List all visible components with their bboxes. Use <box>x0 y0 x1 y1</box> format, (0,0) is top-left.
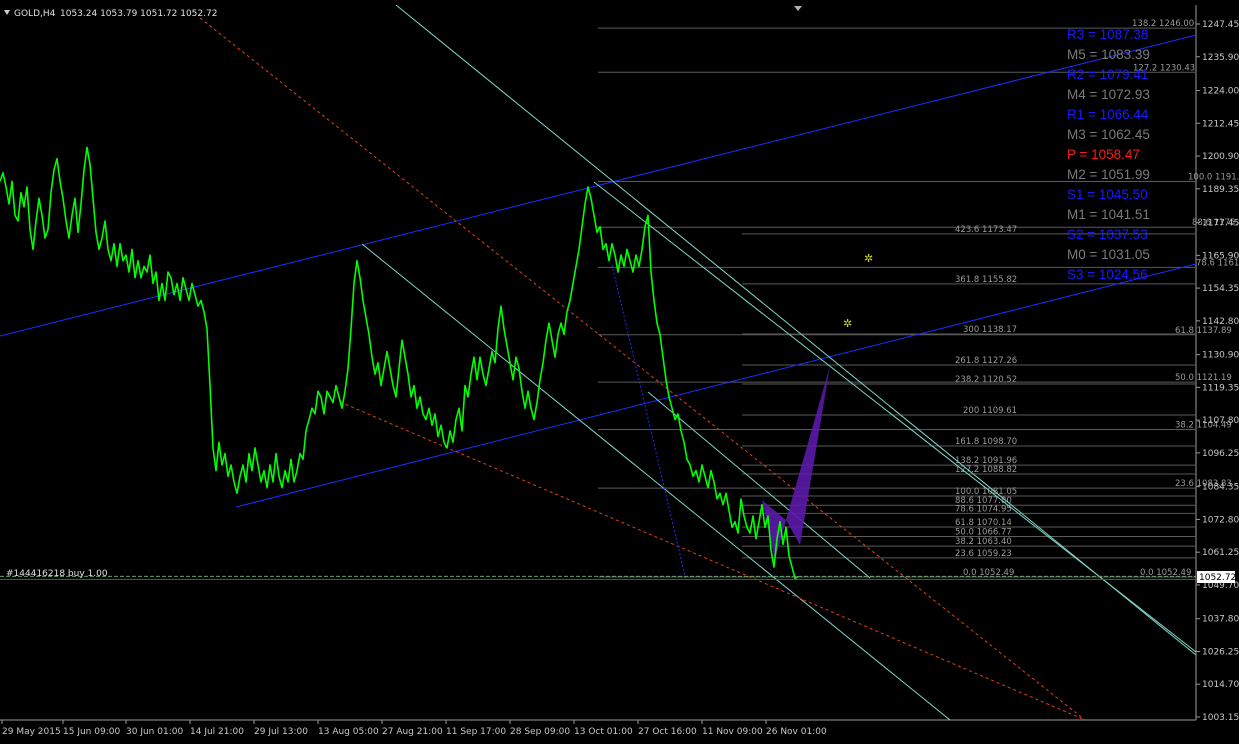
x-tick-label: 29 Jul 13:00 <box>254 727 308 737</box>
fib-level-label: 100.0 1191.94 <box>1188 172 1239 182</box>
x-tick-label: 27 Aug 21:00 <box>382 727 443 737</box>
y-tick-label: 1072.80 <box>1202 515 1239 525</box>
x-tick-label: 11 Nov 09:00 <box>702 727 763 737</box>
fib-level-label: 161.8 1098.70 <box>955 437 1017 447</box>
fib-level-label: 78.6 1074.95 <box>955 504 1012 514</box>
current-price-value: 1052.72 <box>1199 573 1236 583</box>
symbol-label: GOLD,H4 <box>14 9 56 19</box>
y-tick-label: 1026.25 <box>1202 647 1239 657</box>
pivot-level-label: M0 = 1031.05 <box>1067 247 1150 262</box>
fib-level-label: 300 1138.17 <box>963 325 1017 335</box>
x-tick-label: 29 May 2015 <box>2 727 61 737</box>
pivot-level-label: M1 = 1041.51 <box>1067 207 1150 222</box>
x-tick-label: 13 Aug 05:00 <box>318 727 379 737</box>
y-tick-label: 1247.45 <box>1202 20 1239 30</box>
y-tick-label: 1224.00 <box>1202 87 1239 97</box>
price-chart[interactable]: 138.2 1246.00127.2 1230.43100.0 1191.948… <box>0 0 1239 744</box>
x-tick-label: 26 Nov 01:00 <box>766 727 827 737</box>
fib-level-label: 423.6 1173.47 <box>955 225 1017 235</box>
x-tick-label: 30 Jun 01:00 <box>126 727 183 737</box>
fib-level-label: 261.8 1127.26 <box>955 356 1017 366</box>
y-tick-label: 1003.15 <box>1202 713 1239 723</box>
fib-level-label: 23.6 1059.23 <box>955 549 1012 559</box>
pivot-level-label: M4 = 1072.93 <box>1067 87 1150 102</box>
ohlc-readout: 1053.24 1053.79 1051.72 1052.72 <box>60 9 217 19</box>
fib-level-label: 61.8 1137.89 <box>1175 326 1232 336</box>
y-tick-label: 1200.90 <box>1202 152 1239 162</box>
fib-level-label: 61.8 1070.14 <box>955 518 1012 528</box>
signal-marker-icon: ✲ <box>843 317 852 330</box>
order-label: #144416218 buy 1.00 <box>6 569 108 579</box>
fib-level-label: 200 1109.61 <box>963 406 1017 416</box>
fib-level-label: 38.2 1063.40 <box>955 537 1012 547</box>
pivot-level-label: M5 = 1083.39 <box>1067 47 1150 62</box>
x-tick-label: 27 Oct 16:00 <box>638 727 697 737</box>
pivot-level-label: S1 = 1045.50 <box>1067 187 1148 202</box>
x-tick-label: 28 Sep 09:00 <box>510 727 570 737</box>
x-tick-label: 13 Oct 01:00 <box>574 727 633 737</box>
y-tick-label: 1154.35 <box>1202 284 1239 294</box>
chart-background <box>0 0 1239 744</box>
pivot-level-label: M2 = 1051.99 <box>1067 167 1150 182</box>
x-tick-label: 11 Sep 17:00 <box>446 727 506 737</box>
fib-level-label: 238.2 1120.52 <box>955 375 1017 385</box>
y-tick-label: 1084.35 <box>1202 483 1239 493</box>
pivot-level-label: R3 = 1087.38 <box>1067 27 1148 42</box>
fib-level-label: 50.0 1066.77 <box>955 528 1012 538</box>
pivot-level-label: S3 = 1024.56 <box>1067 267 1148 282</box>
y-tick-label: 1096.25 <box>1202 449 1239 459</box>
y-tick-label: 1212.45 <box>1202 119 1239 129</box>
x-tick-label: 15 Jun 09:00 <box>63 727 120 737</box>
signal-marker-icon: ✲ <box>864 252 873 265</box>
y-tick-label: 1177.45 <box>1202 219 1239 229</box>
y-tick-label: 1037.80 <box>1202 615 1239 625</box>
pivot-level-label: R2 = 1079.41 <box>1067 67 1148 82</box>
y-tick-label: 1107.80 <box>1202 416 1239 426</box>
y-tick-label: 1165.90 <box>1202 251 1239 261</box>
x-tick-label: 14 Jul 21:00 <box>190 727 244 737</box>
y-tick-label: 1130.90 <box>1202 351 1239 361</box>
y-tick-label: 1189.35 <box>1202 185 1239 195</box>
pivot-level-label: R1 = 1066.44 <box>1067 107 1149 122</box>
pivot-level-label: S2 = 1037.53 <box>1067 227 1148 242</box>
y-tick-label: 1235.90 <box>1202 53 1239 63</box>
y-tick-label: 1142.80 <box>1202 317 1239 327</box>
y-tick-label: 1061.25 <box>1202 548 1239 558</box>
pivot-level-label: M3 = 1062.45 <box>1067 127 1150 142</box>
fib-level-label: 50.0 1121.19 <box>1175 373 1232 383</box>
y-tick-label: 1014.70 <box>1202 680 1239 690</box>
pivot-level-label: P = 1058.47 <box>1067 147 1140 162</box>
y-tick-label: 1119.35 <box>1202 383 1239 393</box>
fib-level-label: 361.8 1155.82 <box>955 275 1017 285</box>
